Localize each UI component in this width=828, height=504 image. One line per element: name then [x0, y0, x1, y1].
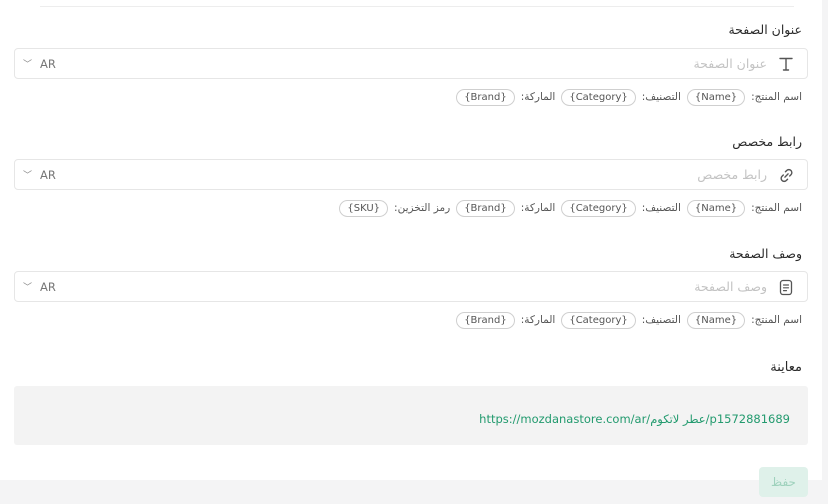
preview-box: https://mozdanastore.com/ar/عطر لاتكوم/p…: [14, 386, 808, 445]
var-label: التصنيف:: [641, 314, 681, 326]
link-icon: [777, 166, 795, 184]
seo-settings-card: عنوان الصفحة ﹀ AR اسم المنتج: {Name} الت…: [0, 0, 822, 480]
var-chip-category[interactable]: {Category}: [561, 311, 636, 329]
document-icon: [777, 278, 795, 296]
var-label: التصنيف:: [641, 91, 681, 103]
divider: [40, 6, 794, 7]
page-description-input[interactable]: [95, 272, 767, 301]
var-label: الماركة:: [520, 314, 556, 326]
var-label: الماركة:: [520, 91, 556, 103]
var-chip-name[interactable]: {Name}: [686, 199, 746, 217]
var-label: التصنيف:: [641, 202, 681, 214]
chevron-down-icon: ﹀: [23, 283, 33, 293]
save-button[interactable]: حفظ: [759, 467, 808, 497]
var-label: اسم المنتج:: [751, 91, 802, 103]
custom-link-lang-select[interactable]: ﹀ AR: [23, 160, 56, 189]
lang-code: AR: [40, 56, 56, 71]
page-title-input[interactable]: [95, 49, 767, 78]
var-label: اسم المنتج:: [751, 314, 802, 326]
page-description-variables: اسم المنتج: {Name} التصنيف: {Category} ا…: [456, 310, 802, 330]
page-title-label: عنوان الصفحة: [728, 22, 802, 37]
var-chip-category[interactable]: {Category}: [561, 88, 636, 106]
var-chip-name[interactable]: {Name}: [686, 88, 746, 106]
page-title-lang-select[interactable]: ﹀ AR: [23, 49, 56, 78]
lang-code: AR: [40, 167, 56, 182]
custom-link-field: ﹀ AR: [14, 159, 808, 190]
lang-code: AR: [40, 279, 56, 294]
var-chip-brand[interactable]: {Brand}: [456, 88, 515, 106]
var-chip-brand[interactable]: {Brand}: [456, 311, 515, 329]
page-title-variables: اسم المنتج: {Name} التصنيف: {Category} ا…: [456, 87, 802, 107]
text-icon: [777, 55, 795, 73]
page-description-field: ﹀ AR: [14, 271, 808, 302]
chevron-down-icon: ﹀: [23, 171, 33, 181]
preview-label: معاينة: [770, 360, 802, 375]
chevron-down-icon: ﹀: [23, 60, 33, 70]
page-description-lang-select[interactable]: ﹀ AR: [23, 272, 56, 301]
page-description-label: وصف الصفحة: [729, 246, 802, 261]
var-chip-name[interactable]: {Name}: [686, 311, 746, 329]
page-title-field: ﹀ AR: [14, 48, 808, 79]
var-label: اسم المنتج:: [751, 202, 802, 214]
custom-link-label: رابط مخصص: [732, 134, 802, 149]
var-label: الماركة:: [520, 202, 556, 214]
var-chip-brand[interactable]: {Brand}: [456, 199, 515, 217]
var-chip-sku[interactable]: {SKU}: [339, 199, 389, 217]
var-chip-category[interactable]: {Category}: [561, 199, 636, 217]
custom-link-variables: اسم المنتج: {Name} التصنيف: {Category} ا…: [339, 198, 802, 218]
custom-link-input[interactable]: [95, 160, 767, 189]
var-label: رمز التخزين:: [394, 202, 451, 214]
preview-url[interactable]: https://mozdanastore.com/ar/عطر لاتكوم/p…: [479, 412, 790, 426]
